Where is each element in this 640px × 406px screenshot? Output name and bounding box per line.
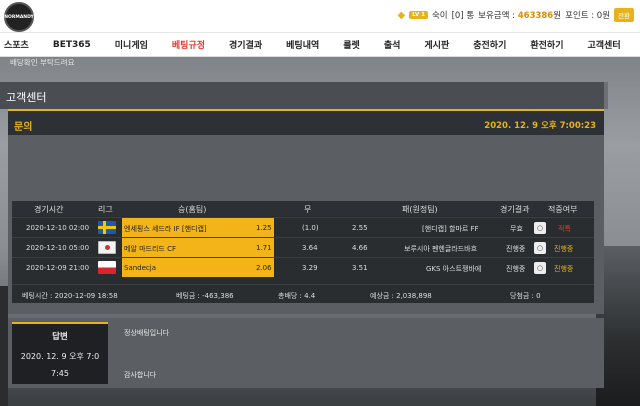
- nav-bet365[interactable]: BET365: [53, 40, 91, 50]
- row-time: 2020-12-10 05:00: [26, 244, 90, 252]
- table-row[interactable]: 2020-12-09 21:00 Sandecja 2.06 3.29 3.51…: [12, 257, 594, 277]
- row-away-odds: 2.55: [352, 224, 368, 232]
- balance-label: 보유금액 :: [478, 11, 516, 21]
- nav-game-results[interactable]: 경기결과: [229, 38, 262, 51]
- row-home-odds: 1.25: [256, 224, 272, 232]
- col-league: 리그: [98, 205, 113, 214]
- row-time: 2020-12-10 02:00: [26, 224, 90, 232]
- result-detail-icon[interactable]: ○: [534, 242, 546, 254]
- result-detail-icon[interactable]: ○: [534, 262, 546, 274]
- background-image-edge: [0, 286, 8, 406]
- row-time: 2020-12-09 21:00: [26, 264, 90, 272]
- spain-flag-icon: [98, 241, 116, 254]
- answer-date: 2020. 12. 9 오후 7:0: [20, 352, 100, 361]
- summary-expected: 예상금 : 2,038,898: [370, 292, 432, 300]
- answer-meta: 답변 2020. 12. 9 오후 7:0 7:45: [12, 322, 108, 384]
- sweden-flag-icon: [98, 221, 116, 234]
- points-label: 포인트 : 0원: [565, 11, 611, 21]
- answer-line-2: 감사합니다: [124, 371, 157, 379]
- nav-customer-center[interactable]: 고객센터: [588, 38, 621, 51]
- col-draw: 무: [304, 205, 312, 214]
- nav-sports[interactable]: 스포츠: [4, 38, 29, 51]
- answer-panel: 답변 2020. 12. 9 오후 7:0 7:45 정상배팅입니다 감사합니다: [8, 318, 604, 388]
- inquiry-date: 2020. 12. 9 오후 7:00:23: [484, 121, 596, 131]
- summary-bet-amount: 베팅금 : -463,386: [176, 292, 234, 300]
- col-away: 패(원정팀): [402, 205, 438, 214]
- col-time: 경기시간: [34, 205, 64, 214]
- inquiry-header: 문의 2020. 12. 9 오후 7:00:23: [8, 109, 604, 135]
- table-row[interactable]: 2020-12-10 02:00 엔세핑스 세드라 IF [핸디캡] 1.25 …: [12, 217, 594, 237]
- answer-line-1: 정상배팅입니다: [124, 329, 170, 337]
- nav-betting-rules[interactable]: 베팅규정: [172, 38, 205, 51]
- row-home-odds: 1.71: [256, 244, 272, 252]
- nav-roulette[interactable]: 룰렛: [343, 38, 360, 51]
- page-title-band: 고객센터: [0, 82, 608, 109]
- row-away: 보루시아 펜헨글라드바흐: [404, 245, 478, 253]
- row-away-odds: 3.51: [352, 264, 368, 272]
- row-result: 진행중: [506, 265, 526, 273]
- row-draw: 3.29: [302, 264, 318, 272]
- bet-table: 경기시간 리그 승(홈팀) 무 패(원정팀) 경기결과 적중여부 2020-12…: [12, 201, 594, 303]
- col-status: 적중여부: [548, 205, 578, 214]
- row-draw: (1.0): [302, 224, 319, 232]
- row-result: 진행중: [506, 245, 526, 253]
- col-home: 승(홈팀): [178, 205, 207, 214]
- page-title: 고객센터: [6, 91, 47, 104]
- row-result: 무효: [510, 225, 523, 233]
- nav-board[interactable]: 게시판: [424, 38, 449, 51]
- row-away-odds: 4.66: [352, 244, 368, 252]
- balance-value: 463386: [517, 11, 554, 21]
- row-away: [핸디캡] 할마르 FF: [422, 225, 479, 233]
- nav-bet-history[interactable]: 베팅내역: [286, 38, 319, 51]
- diamond-icon: ◆: [397, 9, 406, 21]
- inquiry-title: 문의: [14, 122, 33, 133]
- summary-bet-time: 베팅시간 : 2020-12-09 18:58: [22, 292, 118, 300]
- result-detail-icon[interactable]: ○: [534, 222, 546, 234]
- balance-unit: 원: [553, 11, 562, 21]
- summary-total-odds: 총배당 : 4.4: [278, 292, 316, 300]
- row-draw: 3.64: [302, 244, 318, 252]
- row-status: 적특: [558, 225, 571, 233]
- convert-button[interactable]: 전환: [614, 8, 634, 22]
- nav-attendance[interactable]: 출석: [384, 38, 401, 51]
- main-nav: 스포츠 BET365 미니게임 베팅규정 경기결과 베팅내역 룰렛 출석 게시판…: [0, 33, 640, 57]
- row-away: GKS 아스트쟁바에: [426, 265, 482, 273]
- site-logo[interactable]: NORMANDY: [4, 2, 34, 32]
- row-status: 진행중: [554, 265, 574, 273]
- top-header: NORMANDY ◆ LV 1 숙이 [0] 통 보유금액 : 463386원 …: [0, 0, 640, 33]
- row-home: Sandecja: [124, 264, 157, 272]
- row-home: 메알 마드리드 CF: [124, 245, 177, 253]
- messages-count[interactable]: [0] 통: [452, 9, 475, 21]
- username[interactable]: 숙이: [432, 9, 448, 21]
- poland-flag-icon: [98, 261, 116, 274]
- user-info: ◆ LV 1 숙이 [0] 통 보유금액 : 463386원 포인트 : 0원 …: [398, 8, 634, 22]
- nav-minigame[interactable]: 미니게임: [115, 38, 148, 51]
- row-home: 엔세핑스 세드라 IF [핸디캡]: [124, 225, 207, 233]
- answer-time: 7:45: [51, 369, 69, 378]
- summary-win-amount: 당첨금 : 0: [510, 292, 541, 300]
- level-badge: LV 1: [409, 11, 428, 19]
- answer-label: 답변: [52, 332, 68, 342]
- table-row[interactable]: 2020-12-10 05:00 메알 마드리드 CF 1.71 3.64 4.…: [12, 237, 594, 257]
- inquiry-body: 배당확인 부탁드려요: [10, 58, 75, 67]
- col-result: 경기결과: [500, 205, 530, 214]
- bet-summary-row: 베팅시간 : 2020-12-09 18:58 베팅금 : -463,386 총…: [12, 284, 594, 303]
- table-header-row: 경기시간 리그 승(홈팀) 무 패(원정팀) 경기결과 적중여부: [12, 201, 594, 216]
- nav-deposit[interactable]: 충전하기: [473, 38, 506, 51]
- nav-withdraw[interactable]: 환전하기: [530, 38, 563, 51]
- row-home-odds: 2.06: [256, 264, 272, 272]
- row-status: 진행중: [554, 245, 574, 253]
